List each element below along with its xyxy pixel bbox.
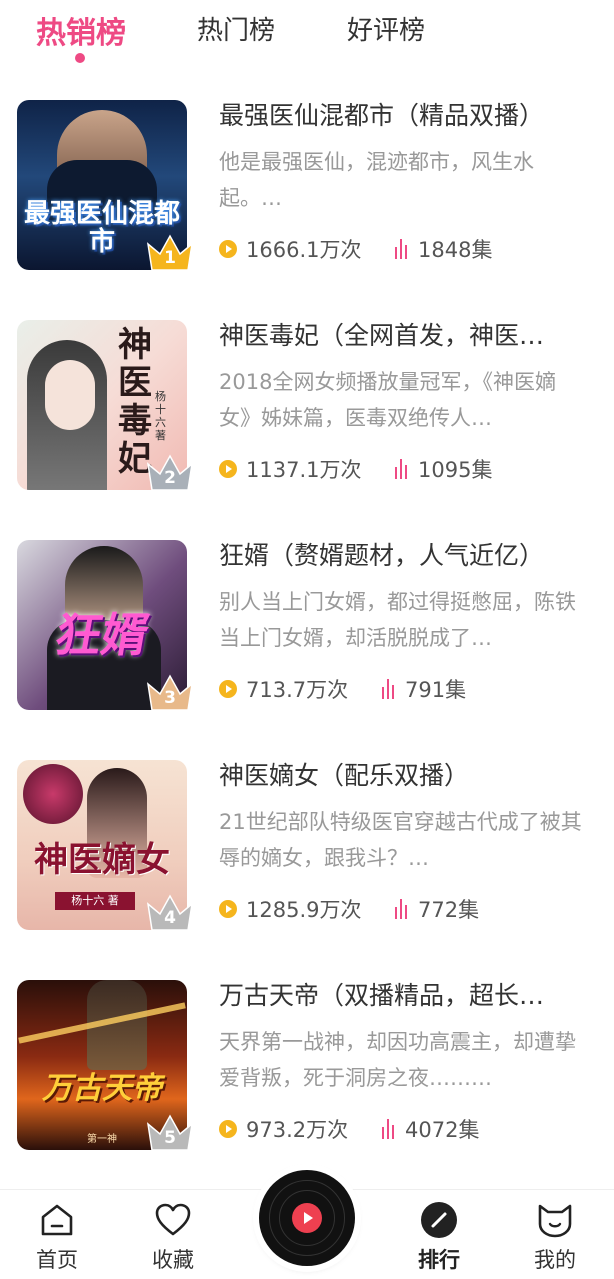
book-description: 2018全网女频播放量冠军，《神医嫡女》姊妹篇，医毒双绝传人… (219, 370, 556, 430)
episodes-icon (382, 679, 397, 699)
play-count-icon (219, 680, 237, 698)
episodes-icon (395, 459, 410, 479)
nav-favorites-label: 收藏 (152, 1248, 194, 1272)
list-item[interactable]: 神医嫡女 杨十六 著 4 神医嫡女（配乐双播） 21世纪部队特级医官穿越古代成了… (0, 760, 614, 932)
book-stats: 1666.1万次 1848集 (219, 234, 599, 264)
cover-title-text: 神医嫡女 (34, 840, 170, 880)
book-description: 天界第一战神，却因功高震主，却遭挚爱背叛，死于洞房之夜……… (219, 1030, 576, 1090)
book-description: 别人当上门女婿，都过得挺憋屈，陈铁当上门女婿，却活脱脱成了… (219, 590, 576, 650)
book-description: 他是最强医仙，混迹都市，风生水起。… (219, 150, 534, 210)
rank-badge: 1 (144, 232, 196, 272)
home-icon (17, 1200, 97, 1240)
play-count: 1137.1万次 (219, 454, 361, 484)
episode-count: 791集 (382, 674, 466, 704)
nav-profile-label: 我的 (534, 1248, 576, 1272)
book-title: 神医嫡女（配乐双播） (219, 761, 470, 790)
nav-favorites[interactable]: 收藏 (133, 1200, 213, 1274)
list-item[interactable]: 神医毒妃 杨十六 著 2 神医毒妃（全网首发，神医… 2018全网女频播放量冠军… (0, 320, 614, 492)
play-count: 973.2万次 (219, 1114, 348, 1144)
book-stats: 973.2万次 4072集 (219, 1114, 599, 1144)
book-title: 万古天帝（双播精品，超长… (219, 981, 545, 1010)
cover-title-text: 狂婿 (51, 608, 153, 662)
episode-count: 772集 (395, 894, 479, 924)
book-description: 21世纪部队特级医官穿越古代成了被其辱的嫡女，跟我斗？… (219, 810, 582, 870)
tab-popular[interactable]: 热门榜 (197, 10, 275, 47)
rank-badge: 4 (144, 892, 196, 932)
list-item[interactable]: 最强医仙混都市 1 最强医仙混都市（精品双播） 他是最强医仙，混迹都市，风生水起… (0, 100, 614, 272)
play-count: 713.7万次 (219, 674, 348, 704)
play-count-icon (219, 460, 237, 478)
book-stats: 713.7万次 791集 (219, 674, 599, 704)
list-item[interactable]: 狂婿 3 狂婿（赘婿题材，人气近亿） 别人当上门女婿，都过得挺憋屈，陈铁当上门女… (0, 540, 614, 712)
nav-profile[interactable]: 我的 (515, 1200, 595, 1274)
active-tab-indicator (75, 53, 85, 63)
cover-title-text: 万古天帝 (42, 1071, 162, 1106)
play-count: 1285.9万次 (219, 894, 361, 924)
nav-home-label: 首页 (36, 1248, 78, 1272)
cover-author: 杨十六 著 (55, 892, 135, 910)
tab-bestselling[interactable]: 热销榜 (36, 8, 126, 52)
book-title: 神医毒妃（全网首发，神医… (219, 321, 545, 350)
play-disc-button[interactable] (259, 1170, 355, 1266)
episodes-icon (395, 239, 410, 259)
cover-face (45, 360, 95, 430)
episodes-icon (382, 1119, 397, 1139)
book-title: 最强医仙混都市（精品双播） (219, 101, 545, 130)
rank-badge: 2 (144, 452, 196, 492)
episode-count: 1095集 (395, 454, 492, 484)
cover-author: 杨十六 著 (155, 390, 166, 442)
rank-badge: 3 (144, 672, 196, 712)
rank-badge: 5 (144, 1112, 196, 1152)
book-stats: 1137.1万次 1095集 (219, 454, 599, 484)
cover-flower (23, 764, 83, 824)
episodes-icon (395, 899, 410, 919)
nav-home[interactable]: 首页 (17, 1200, 97, 1274)
play-count-icon (219, 1120, 237, 1138)
book-title: 狂婿（赘婿题材，人气近亿） (219, 541, 545, 570)
play-count-icon (219, 240, 237, 258)
book-stats: 1285.9万次 772集 (219, 894, 599, 924)
profile-icon (515, 1200, 595, 1240)
play-count-icon (219, 900, 237, 918)
nav-ranking-label: 排行 (418, 1248, 460, 1272)
play-disc-icon (292, 1203, 322, 1233)
episode-count: 4072集 (382, 1114, 479, 1144)
ranking-icon (399, 1200, 479, 1240)
heart-icon (133, 1200, 213, 1240)
ranking-tabs: 热销榜 热门榜 好评榜 (0, 0, 614, 80)
nav-ranking[interactable]: 排行 (399, 1200, 479, 1274)
episode-count: 1848集 (395, 234, 492, 264)
list-item[interactable]: 万古天帝 第一神 5 万古天帝（双播精品，超长… 天界第一战神，却因功高震主，却… (0, 980, 614, 1152)
play-count: 1666.1万次 (219, 234, 361, 264)
tab-top-rated[interactable]: 好评榜 (347, 10, 425, 47)
